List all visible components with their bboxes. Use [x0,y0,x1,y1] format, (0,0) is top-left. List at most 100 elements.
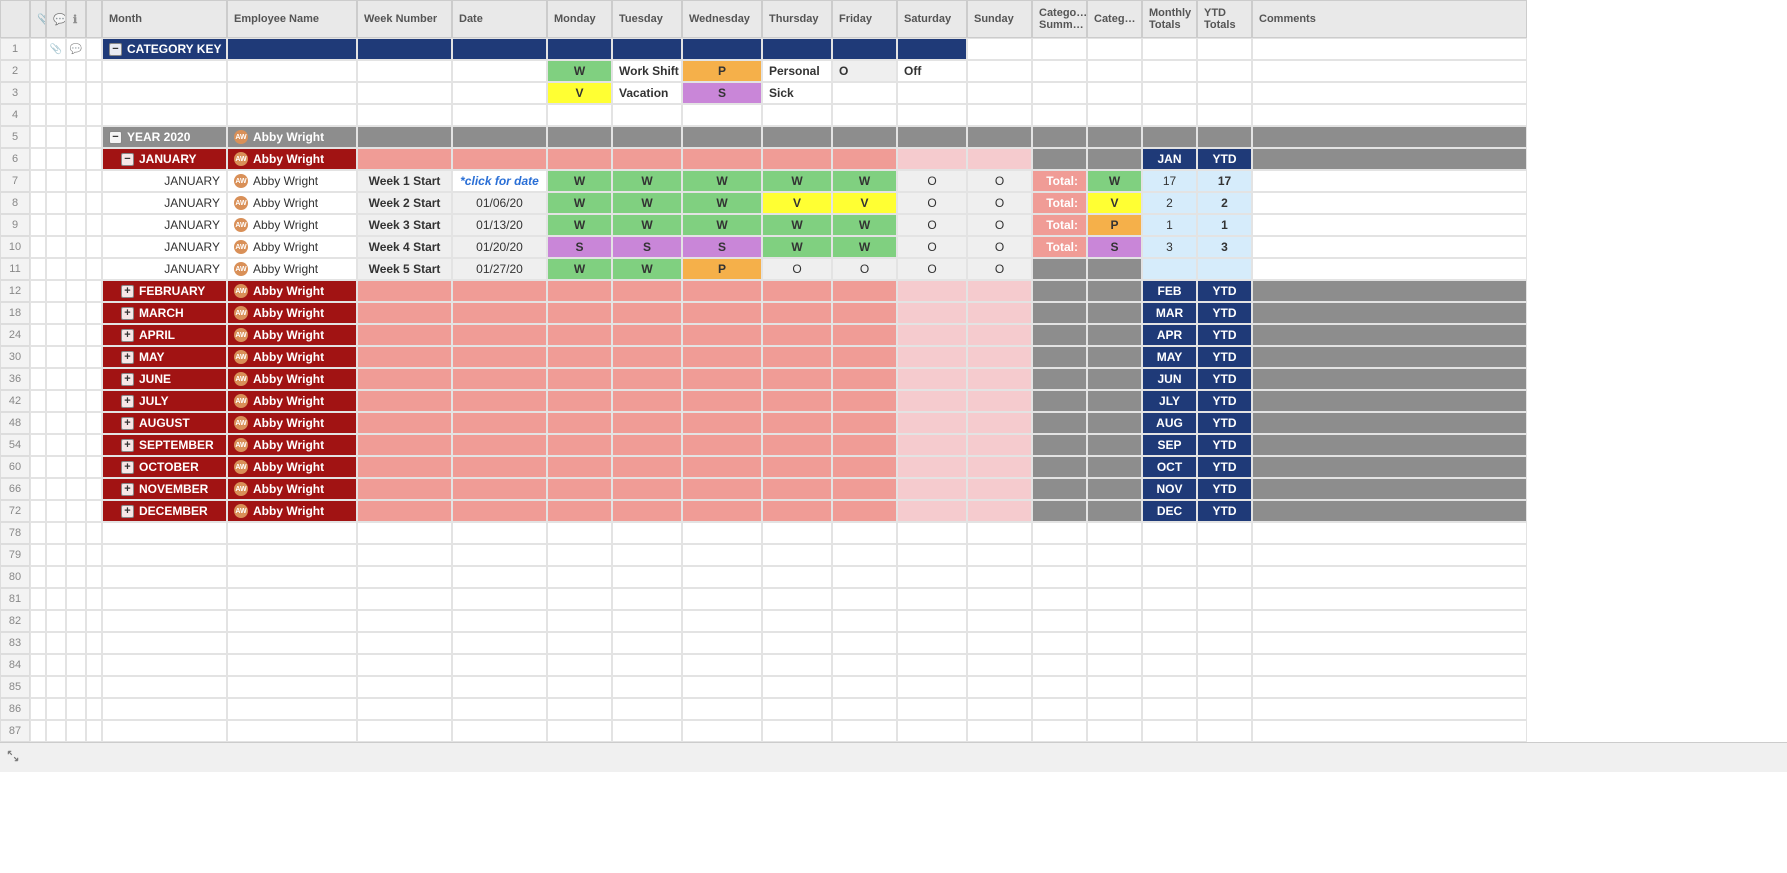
day-cell[interactable]: O [897,258,967,280]
col-header[interactable]: Week Number [357,0,452,38]
day-cell[interactable]: O [967,192,1032,214]
expand-icon[interactable]: + [121,329,134,342]
day-cell[interactable]: O [967,214,1032,236]
empty-cell[interactable] [1252,566,1527,588]
empty-cell[interactable] [682,632,762,654]
date-cell[interactable]: 01/13/20 [452,214,547,236]
empty-cell[interactable] [897,544,967,566]
empty-cell[interactable] [357,720,452,742]
day-cell[interactable]: W [547,258,612,280]
row-number[interactable]: 82 [0,610,30,632]
empty-cell[interactable] [612,566,682,588]
empty-cell[interactable] [897,632,967,654]
empty-cell[interactable] [1032,566,1087,588]
empty-cell[interactable] [762,544,832,566]
empty-cell[interactable] [357,654,452,676]
row-number[interactable]: 24 [0,324,30,346]
empty-cell[interactable] [227,610,357,632]
empty-cell[interactable] [1142,544,1197,566]
day-cell[interactable]: P [682,258,762,280]
empty-cell[interactable] [1032,654,1087,676]
empty-cell[interactable] [612,610,682,632]
month-april[interactable]: +APRIL [102,324,227,346]
empty-cell[interactable] [227,654,357,676]
empty-cell[interactable] [612,654,682,676]
row-number[interactable]: 11 [0,258,30,280]
empty-cell[interactable] [102,588,227,610]
day-cell[interactable]: O [967,170,1032,192]
month-november[interactable]: +NOVEMBER [102,478,227,500]
empty-cell[interactable] [967,544,1032,566]
empty-cell[interactable] [967,588,1032,610]
date-cell[interactable]: 01/20/20 [452,236,547,258]
day-cell[interactable]: W [762,170,832,192]
empty-cell[interactable] [1087,720,1142,742]
expand-icon[interactable]: + [121,351,134,364]
empty-cell[interactable] [102,698,227,720]
day-cell[interactable]: W [832,170,897,192]
expand-icon[interactable]: + [121,417,134,430]
day-cell[interactable]: O [897,214,967,236]
empty-cell[interactable] [452,610,547,632]
empty-cell[interactable] [832,610,897,632]
empty-cell[interactable] [1252,522,1527,544]
empty-cell[interactable] [967,566,1032,588]
empty-cell[interactable] [227,676,357,698]
empty-cell[interactable] [227,698,357,720]
month-july[interactable]: +JULY [102,390,227,412]
row-number[interactable]: 66 [0,478,30,500]
empty-cell[interactable] [897,566,967,588]
day-cell[interactable]: O [897,170,967,192]
col-header[interactable]: Sunday [967,0,1032,38]
row-number[interactable]: 2 [0,60,30,82]
month-august[interactable]: +AUGUST [102,412,227,434]
col-header[interactable]: Date [452,0,547,38]
empty-cell[interactable] [1087,632,1142,654]
month-february[interactable]: +FEBRUARY [102,280,227,302]
empty-cell[interactable] [227,588,357,610]
empty-cell[interactable] [357,632,452,654]
row-number[interactable]: 10 [0,236,30,258]
empty-cell[interactable] [1197,610,1252,632]
empty-cell[interactable] [452,654,547,676]
empty-cell[interactable] [1197,698,1252,720]
date-cell[interactable]: 01/27/20 [452,258,547,280]
col-header[interactable]: Month [102,0,227,38]
empty-cell[interactable] [762,676,832,698]
comments-cell[interactable] [1252,236,1527,258]
day-cell[interactable]: W [682,214,762,236]
empty-cell[interactable] [1142,676,1197,698]
empty-cell[interactable] [1252,632,1527,654]
day-cell[interactable]: S [682,236,762,258]
expand-icon[interactable] [6,749,20,766]
empty-cell[interactable] [1032,632,1087,654]
empty-cell[interactable] [832,654,897,676]
empty-cell[interactable] [547,676,612,698]
col-header[interactable]: YTD Totals [1197,0,1252,38]
empty-cell[interactable] [547,588,612,610]
empty-cell[interactable] [1142,654,1197,676]
empty-cell[interactable] [357,610,452,632]
day-cell[interactable]: W [682,192,762,214]
empty-cell[interactable] [967,522,1032,544]
day-cell[interactable]: W [832,214,897,236]
col-header[interactable]: Monday [547,0,612,38]
row-number[interactable]: 78 [0,522,30,544]
empty-cell[interactable] [547,720,612,742]
empty-cell[interactable] [1032,676,1087,698]
empty-cell[interactable] [357,588,452,610]
row-number[interactable]: 83 [0,632,30,654]
empty-cell[interactable] [102,610,227,632]
empty-cell[interactable] [227,522,357,544]
day-cell[interactable]: W [612,258,682,280]
empty-cell[interactable] [612,698,682,720]
empty-cell[interactable] [832,544,897,566]
day-cell[interactable]: O [967,258,1032,280]
day-cell[interactable]: O [967,236,1032,258]
empty-cell[interactable] [1087,544,1142,566]
comments-cell[interactable] [1252,192,1527,214]
empty-cell[interactable] [1087,698,1142,720]
empty-cell[interactable] [1197,544,1252,566]
empty-cell[interactable] [1197,522,1252,544]
day-cell[interactable]: W [547,192,612,214]
